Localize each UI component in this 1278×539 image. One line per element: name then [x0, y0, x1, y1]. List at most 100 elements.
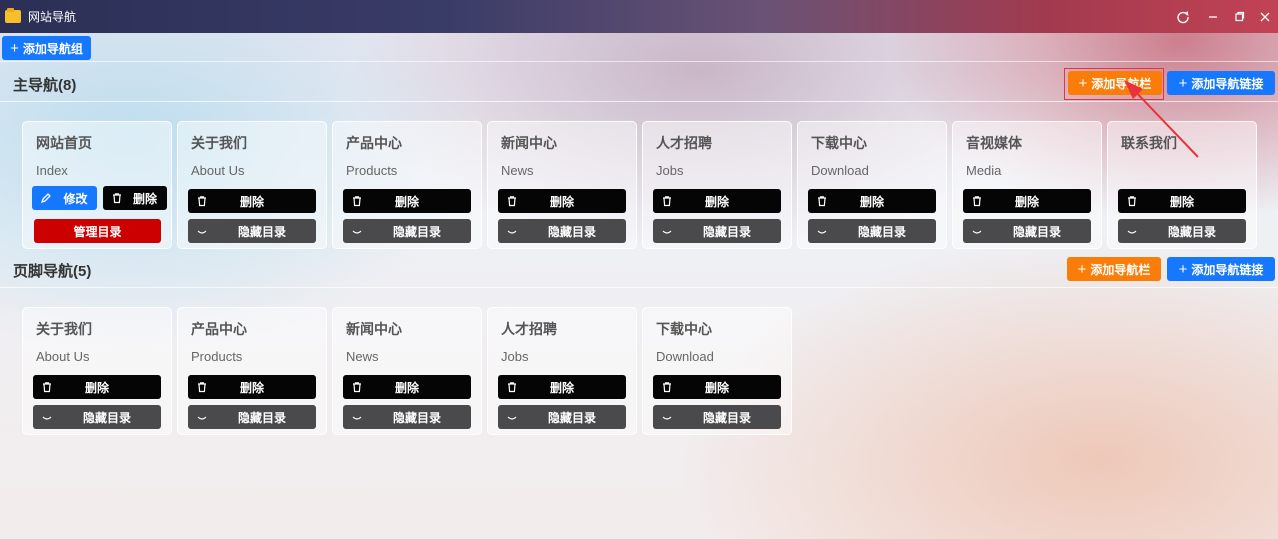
- nav-card: 网站首页 Index 修改 删除 管理目录: [22, 121, 172, 249]
- card-name: 产品中心: [346, 135, 402, 151]
- delete-label: 删除: [394, 380, 419, 395]
- trash-icon: [660, 380, 674, 394]
- manage-directory-button[interactable]: 管理目录: [34, 219, 161, 243]
- delete-button[interactable]: 删除: [188, 189, 316, 213]
- hide-directory-button[interactable]: 隐藏目录: [343, 219, 471, 243]
- hide-directory-button[interactable]: 隐藏目录: [963, 219, 1091, 243]
- eye-closed-icon: [660, 224, 674, 238]
- delete-label: 删除: [239, 380, 264, 395]
- card-name: 音视媒体: [966, 135, 1022, 151]
- nav-card: 下载中心 Download 删除 隐藏目录: [797, 121, 947, 249]
- nav-card: 人才招聘 Jobs 删除 隐藏目录: [642, 121, 792, 249]
- add-nav-bar-button[interactable]: + 添加导航栏: [1067, 257, 1161, 281]
- footer-nav-cards: 关于我们 About Us 删除 隐藏目录 产品中心 Products 删除 隐…: [22, 307, 792, 435]
- hide-directory-button[interactable]: 隐藏目录: [653, 219, 781, 243]
- delete-button[interactable]: 删除: [653, 375, 781, 399]
- delete-label: 删除: [704, 194, 729, 209]
- title-bar: 网站导航: [0, 0, 1278, 33]
- eye-closed-icon: [195, 224, 209, 238]
- eye-closed-icon: [350, 410, 364, 424]
- eye-closed-icon: [970, 224, 984, 238]
- card-name: 产品中心: [191, 321, 247, 337]
- add-group-button[interactable]: + 添加导航组: [2, 36, 91, 60]
- card-subtitle: Jobs: [501, 349, 529, 364]
- delete-button[interactable]: 删除: [808, 189, 936, 213]
- folder-icon: [5, 8, 21, 23]
- add-nav-link-button[interactable]: + 添加导航链接: [1167, 71, 1275, 95]
- hide-directory-button[interactable]: 隐藏目录: [343, 405, 471, 429]
- add-group-label: 添加导航组: [22, 41, 83, 56]
- add-nav-link-button[interactable]: + 添加导航链接: [1167, 257, 1275, 281]
- delete-button[interactable]: 删除: [1118, 189, 1246, 213]
- card-name: 下载中心: [811, 135, 867, 151]
- card-subtitle: News: [501, 163, 534, 178]
- hide-directory-label: 隐藏目录: [82, 410, 131, 425]
- hide-directory-button[interactable]: 隐藏目录: [188, 405, 316, 429]
- delete-label: 删除: [859, 194, 884, 209]
- trash-icon: [40, 380, 54, 394]
- refresh-icon[interactable]: [1170, 4, 1196, 30]
- section-title-footer: 页脚导航(5): [13, 263, 92, 280]
- plus-icon: +: [1077, 260, 1087, 278]
- delete-button[interactable]: 删除: [498, 375, 626, 399]
- edit-button[interactable]: 修改: [32, 186, 97, 210]
- nav-card: 新闻中心 News 删除 隐藏目录: [487, 121, 637, 249]
- delete-button[interactable]: 删除: [653, 189, 781, 213]
- eye-closed-icon: [505, 410, 519, 424]
- card-subtitle: Products: [191, 349, 243, 364]
- card-name: 新闻中心: [501, 135, 557, 151]
- card-name: 联系我们: [1121, 135, 1177, 151]
- trash-icon: [970, 194, 984, 208]
- delete-button[interactable]: 删除: [33, 375, 161, 399]
- trash-icon: [815, 194, 829, 208]
- hide-directory-button[interactable]: 隐藏目录: [188, 219, 316, 243]
- trash-icon: [195, 194, 209, 208]
- card-subtitle: About Us: [191, 163, 245, 178]
- close-icon[interactable]: [1252, 4, 1278, 30]
- maximize-icon[interactable]: [1226, 4, 1252, 30]
- nav-card: 联系我们 删除 隐藏目录: [1107, 121, 1257, 249]
- hide-directory-label: 隐藏目录: [547, 224, 596, 239]
- hide-directory-label: 隐藏目录: [702, 224, 751, 239]
- delete-button[interactable]: 删除: [103, 186, 167, 210]
- trash-icon: [660, 194, 674, 208]
- card-subtitle: About Us: [36, 349, 90, 364]
- card-name: 网站首页: [36, 135, 92, 151]
- plus-icon: +: [10, 39, 19, 57]
- card-subtitle: Jobs: [656, 163, 684, 178]
- hide-directory-button[interactable]: 隐藏目录: [653, 405, 781, 429]
- pencil-icon: [39, 191, 53, 205]
- delete-button[interactable]: 删除: [963, 189, 1091, 213]
- hide-directory-label: 隐藏目录: [547, 410, 596, 425]
- hide-directory-button[interactable]: 隐藏目录: [33, 405, 161, 429]
- eye-closed-icon: [815, 224, 829, 238]
- trash-icon: [505, 194, 519, 208]
- eye-closed-icon: [350, 224, 364, 238]
- hide-directory-label: 隐藏目录: [1167, 224, 1216, 239]
- delete-button[interactable]: 删除: [498, 189, 626, 213]
- hide-directory-button[interactable]: 隐藏目录: [1118, 219, 1246, 243]
- eye-closed-icon: [40, 410, 54, 424]
- delete-button[interactable]: 删除: [188, 375, 316, 399]
- hide-directory-button[interactable]: 隐藏目录: [498, 405, 626, 429]
- section-title-main: 主导航(8): [13, 77, 77, 94]
- hide-directory-label: 隐藏目录: [702, 410, 751, 425]
- trash-icon: [110, 191, 124, 205]
- edit-label: 修改: [63, 191, 88, 206]
- delete-button[interactable]: 删除: [343, 189, 471, 213]
- hide-directory-label: 隐藏目录: [237, 410, 286, 425]
- card-name: 新闻中心: [346, 321, 402, 337]
- hide-directory-button[interactable]: 隐藏目录: [808, 219, 936, 243]
- delete-button[interactable]: 删除: [343, 375, 471, 399]
- add-nav-bar-label: 添加导航栏: [1090, 262, 1151, 277]
- nav-card: 产品中心 Products 删除 隐藏目录: [332, 121, 482, 249]
- card-subtitle: News: [346, 349, 379, 364]
- trash-icon: [195, 380, 209, 394]
- trash-icon: [1125, 194, 1139, 208]
- nav-card: 新闻中心 News 删除 隐藏目录: [332, 307, 482, 435]
- hide-directory-button[interactable]: 隐藏目录: [498, 219, 626, 243]
- eye-closed-icon: [505, 224, 519, 238]
- delete-label: 删除: [1169, 194, 1194, 209]
- card-subtitle: Download: [811, 163, 869, 178]
- minimize-icon[interactable]: [1200, 4, 1226, 30]
